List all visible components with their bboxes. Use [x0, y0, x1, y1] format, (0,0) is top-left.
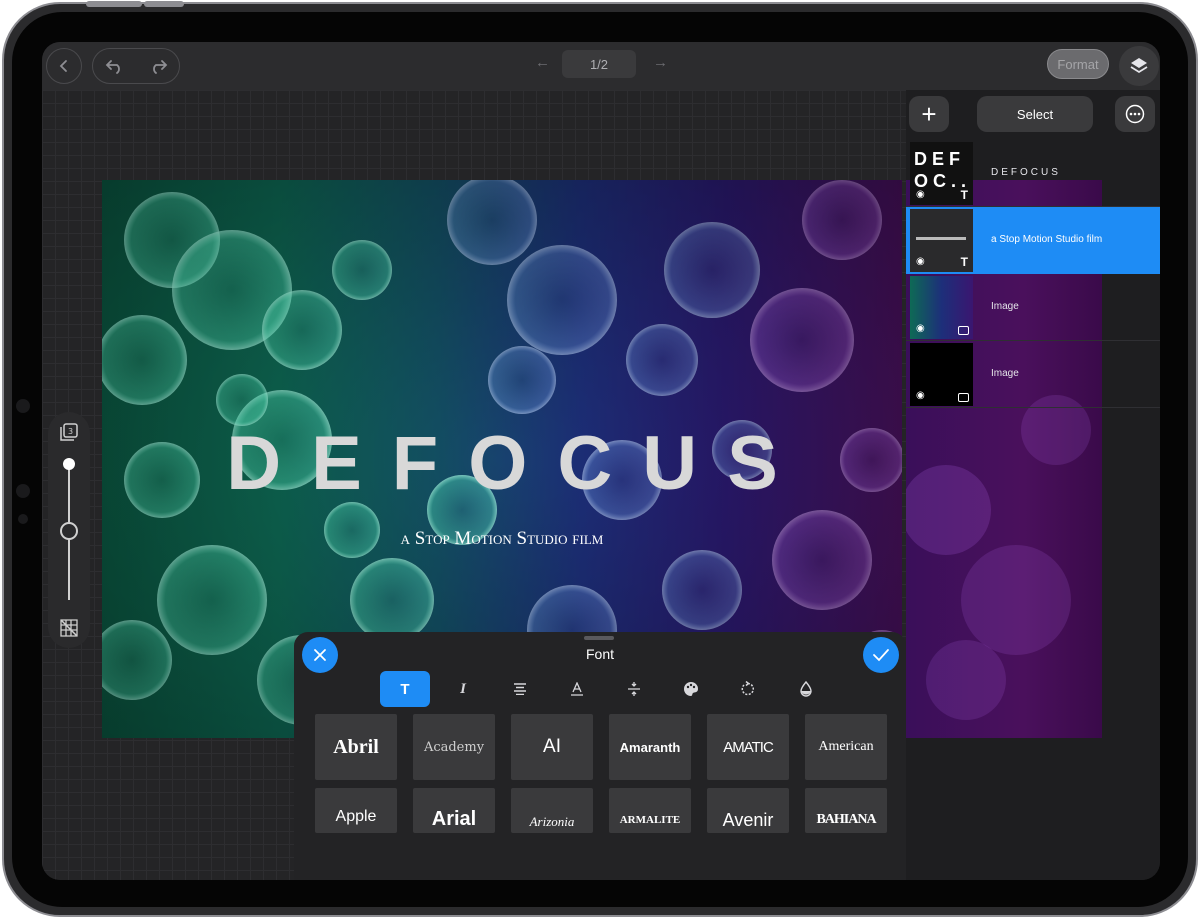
rotate-icon: [741, 681, 754, 696]
layers-button[interactable]: [1119, 46, 1159, 86]
underline-icon: [571, 682, 583, 696]
prev-page-icon[interactable]: ←: [535, 54, 550, 71]
hardware-button: [86, 1, 142, 7]
layer-thumbnail: ◉: [910, 343, 973, 406]
more-icon: [1125, 104, 1145, 124]
layer-thumbnail: DEF OC.. ◉ T: [910, 142, 973, 205]
visibility-eye-icon[interactable]: ◉: [916, 189, 925, 200]
canvas-subtitle-text[interactable]: a Stop Motion Studio film: [102, 528, 902, 550]
tab-alignment[interactable]: [495, 671, 545, 707]
select-button[interactable]: Select: [977, 96, 1093, 132]
top-toolbar: ← 1/2 → Format: [42, 42, 1160, 90]
visibility-eye-icon[interactable]: ◉: [916, 390, 925, 401]
layer-thumbnail: ◉: [910, 276, 973, 339]
layer-name: a Stop Motion Studio film: [991, 234, 1103, 245]
add-layer-button[interactable]: +: [909, 96, 949, 132]
chevron-left-icon: [59, 60, 67, 72]
slider-knob[interactable]: [60, 522, 78, 540]
spacing-icon: [628, 682, 640, 696]
frames-icon[interactable]: 3: [59, 422, 79, 442]
align-icon: [514, 683, 526, 695]
font-tile-apple[interactable]: Apple: [315, 788, 397, 833]
layer-row-defocus[interactable]: DEF OC.. ◉ T DEFOCUS: [906, 140, 1160, 207]
camera-dot: [16, 399, 30, 413]
tab-text-color[interactable]: [552, 671, 602, 707]
font-tile-amaranth[interactable]: Amaranth: [609, 714, 691, 780]
layer-name: Image: [991, 368, 1019, 379]
text-type-icon: T: [960, 255, 968, 269]
font-tile-armalite[interactable]: ARMALITE: [609, 788, 691, 833]
undo-icon[interactable]: [105, 58, 125, 74]
font-tile-academy[interactable]: Academy: [413, 714, 495, 780]
palette-icon: [684, 682, 698, 696]
tab-font[interactable]: T: [380, 671, 430, 707]
redo-icon[interactable]: [148, 58, 168, 74]
font-tile-bahiana[interactable]: BAHIANA: [805, 788, 887, 833]
tab-style[interactable]: I: [438, 671, 488, 707]
font-tile-arizonia[interactable]: Arizonia: [511, 788, 593, 833]
sensor-dot: [18, 514, 28, 524]
tab-palette[interactable]: [666, 671, 716, 707]
font-tile-american[interactable]: American: [805, 714, 887, 780]
italic-icon: I: [460, 680, 466, 697]
layer-row-image[interactable]: ◉ Image: [906, 341, 1160, 408]
font-sheet: Font T I Abril Academy AI Amaranth AMATI…: [294, 632, 906, 880]
next-page-icon[interactable]: →: [653, 54, 668, 71]
sheet-title: Font: [585, 646, 614, 662]
image-type-icon: [958, 326, 969, 335]
layers-panel: + Select DEF OC.. ◉ T DEFOCUS ◉ T a Stop…: [906, 90, 1160, 880]
sensor-dot: [16, 484, 30, 498]
format-button[interactable]: Format: [1047, 49, 1109, 79]
undo-redo-group: [92, 48, 180, 84]
tab-spacing[interactable]: [609, 671, 659, 707]
layer-name: DEFOCUS: [991, 167, 1061, 178]
confirm-button[interactable]: [863, 637, 899, 673]
layer-thumbnail: ◉ T: [910, 209, 973, 272]
hardware-button: [144, 1, 184, 7]
canvas-title-text[interactable]: DEFOCUS: [102, 420, 902, 507]
grid-toggle-icon[interactable]: [59, 618, 79, 638]
slider-top-knob[interactable]: [63, 458, 75, 470]
svg-text:3: 3: [68, 427, 73, 436]
sheet-grabber[interactable]: [584, 636, 614, 640]
visibility-eye-icon[interactable]: ◉: [916, 256, 925, 267]
text-type-icon: T: [960, 188, 968, 202]
layers-header: + Select: [906, 90, 1160, 140]
visibility-eye-icon[interactable]: ◉: [916, 323, 925, 334]
font-tile-avenir[interactable]: Avenir: [707, 788, 789, 833]
tab-rotate[interactable]: [723, 671, 773, 707]
back-button[interactable]: [46, 48, 82, 84]
text-icon: T: [400, 680, 410, 698]
layers-icon: [1130, 58, 1148, 74]
font-tile-abril[interactable]: Abril: [315, 714, 397, 780]
font-tile-arial[interactable]: Arial: [413, 788, 495, 833]
onion-skin-slider-panel: 3: [48, 412, 90, 648]
layer-row-image[interactable]: ◉ Image: [906, 274, 1160, 341]
thumbnail-line: [916, 237, 966, 240]
layer-row-subtitle[interactable]: ◉ T a Stop Motion Studio film: [906, 207, 1160, 274]
opacity-icon: [800, 681, 812, 697]
tab-opacity[interactable]: [781, 671, 831, 707]
page-indicator[interactable]: 1/2: [562, 50, 636, 78]
thumbnail-text: DEF OC..: [914, 149, 972, 191]
font-tile-amatic[interactable]: AMATIC: [707, 714, 789, 780]
image-type-icon: [958, 393, 969, 402]
font-tile-ai[interactable]: AI: [511, 714, 593, 780]
layer-name: Image: [991, 301, 1019, 312]
more-button[interactable]: [1115, 96, 1155, 132]
app-screen: ← 1/2 → Format DEFOCUS a Stop Motion Stu…: [42, 42, 1160, 880]
checkmark-icon: [873, 649, 889, 662]
